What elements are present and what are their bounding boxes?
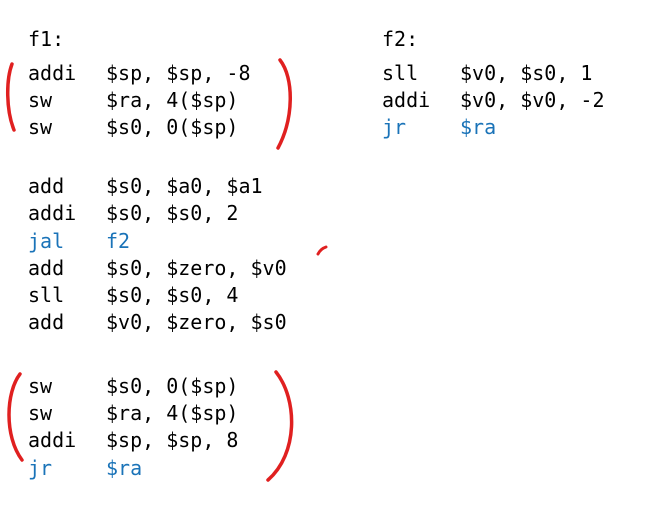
opcode: jr bbox=[382, 115, 407, 139]
code-line: addi $v0, $v0, -2 bbox=[382, 88, 605, 112]
opcode: addi bbox=[28, 428, 77, 452]
opcode: sw bbox=[28, 401, 53, 425]
code-line: add $s0, $zero, $v0 bbox=[28, 256, 287, 280]
code-line: jr $ra bbox=[28, 456, 142, 480]
operands: $ra, 4($sp) bbox=[106, 88, 239, 112]
code-line: addi $sp, $sp, 8 bbox=[28, 428, 238, 452]
right-bracket-top bbox=[276, 58, 292, 150]
operands: $ra bbox=[460, 115, 497, 139]
operands: $s0, $s0, 2 bbox=[106, 201, 239, 225]
operands: $s0, $a0, $a1 bbox=[106, 174, 263, 198]
code-line: addi $sp, $sp, -8 bbox=[28, 61, 251, 85]
code-line: jr $ra bbox=[382, 115, 496, 139]
operands: $v0, $v0, -2 bbox=[460, 88, 605, 112]
opcode: addi bbox=[28, 201, 77, 225]
operands: f2 bbox=[106, 229, 131, 253]
code-line: sw $s0, 0($sp) bbox=[28, 374, 238, 398]
code-line: sw $ra, 4($sp) bbox=[28, 88, 238, 112]
tick-mark bbox=[316, 245, 328, 256]
opcode: add bbox=[28, 310, 65, 334]
opcode: sw bbox=[28, 374, 53, 398]
operands: $s0, 0($sp) bbox=[106, 374, 239, 398]
opcode: add bbox=[28, 256, 65, 280]
code-line: sll $s0, $s0, 4 bbox=[28, 283, 238, 307]
operands: $sp, $sp, 8 bbox=[106, 428, 239, 452]
operands: $s0, $zero, $v0 bbox=[106, 256, 287, 280]
opcode: sll bbox=[382, 61, 419, 85]
code-line: add $s0, $a0, $a1 bbox=[28, 174, 263, 198]
opcode: addi bbox=[28, 61, 77, 85]
opcode: jal bbox=[28, 229, 65, 253]
right-bracket-bottom bbox=[266, 370, 294, 482]
operands: $v0, $s0, 1 bbox=[460, 61, 593, 85]
opcode: sw bbox=[28, 115, 53, 139]
f1-label: f1: bbox=[28, 27, 65, 51]
code-line: add $v0, $zero, $s0 bbox=[28, 310, 287, 334]
opcode: jr bbox=[28, 456, 53, 480]
code-line: addi $s0, $s0, 2 bbox=[28, 201, 238, 225]
code-line: sw $ra, 4($sp) bbox=[28, 401, 238, 425]
opcode: add bbox=[28, 174, 65, 198]
operands: $sp, $sp, -8 bbox=[106, 61, 251, 85]
operands: $s0, 0($sp) bbox=[106, 115, 239, 139]
opcode: addi bbox=[382, 88, 431, 112]
code-line: sll $v0, $s0, 1 bbox=[382, 61, 592, 85]
operands: $s0, $s0, 4 bbox=[106, 283, 239, 307]
operands: $ra, 4($sp) bbox=[106, 401, 239, 425]
opcode: sll bbox=[28, 283, 65, 307]
operands: $ra bbox=[106, 456, 143, 480]
left-bracket-top bbox=[5, 62, 16, 132]
code-line: jal f2 bbox=[28, 229, 130, 253]
left-bracket-bottom bbox=[7, 372, 24, 462]
f2-label: f2: bbox=[382, 27, 419, 51]
operands: $v0, $zero, $s0 bbox=[106, 310, 287, 334]
opcode: sw bbox=[28, 88, 53, 112]
assembly-code-page: f1: addi $sp, $sp, -8 sw $ra, 4($sp) sw $s0… bbox=[0, 0, 650, 507]
code-line: sw $s0, 0($sp) bbox=[28, 115, 238, 139]
